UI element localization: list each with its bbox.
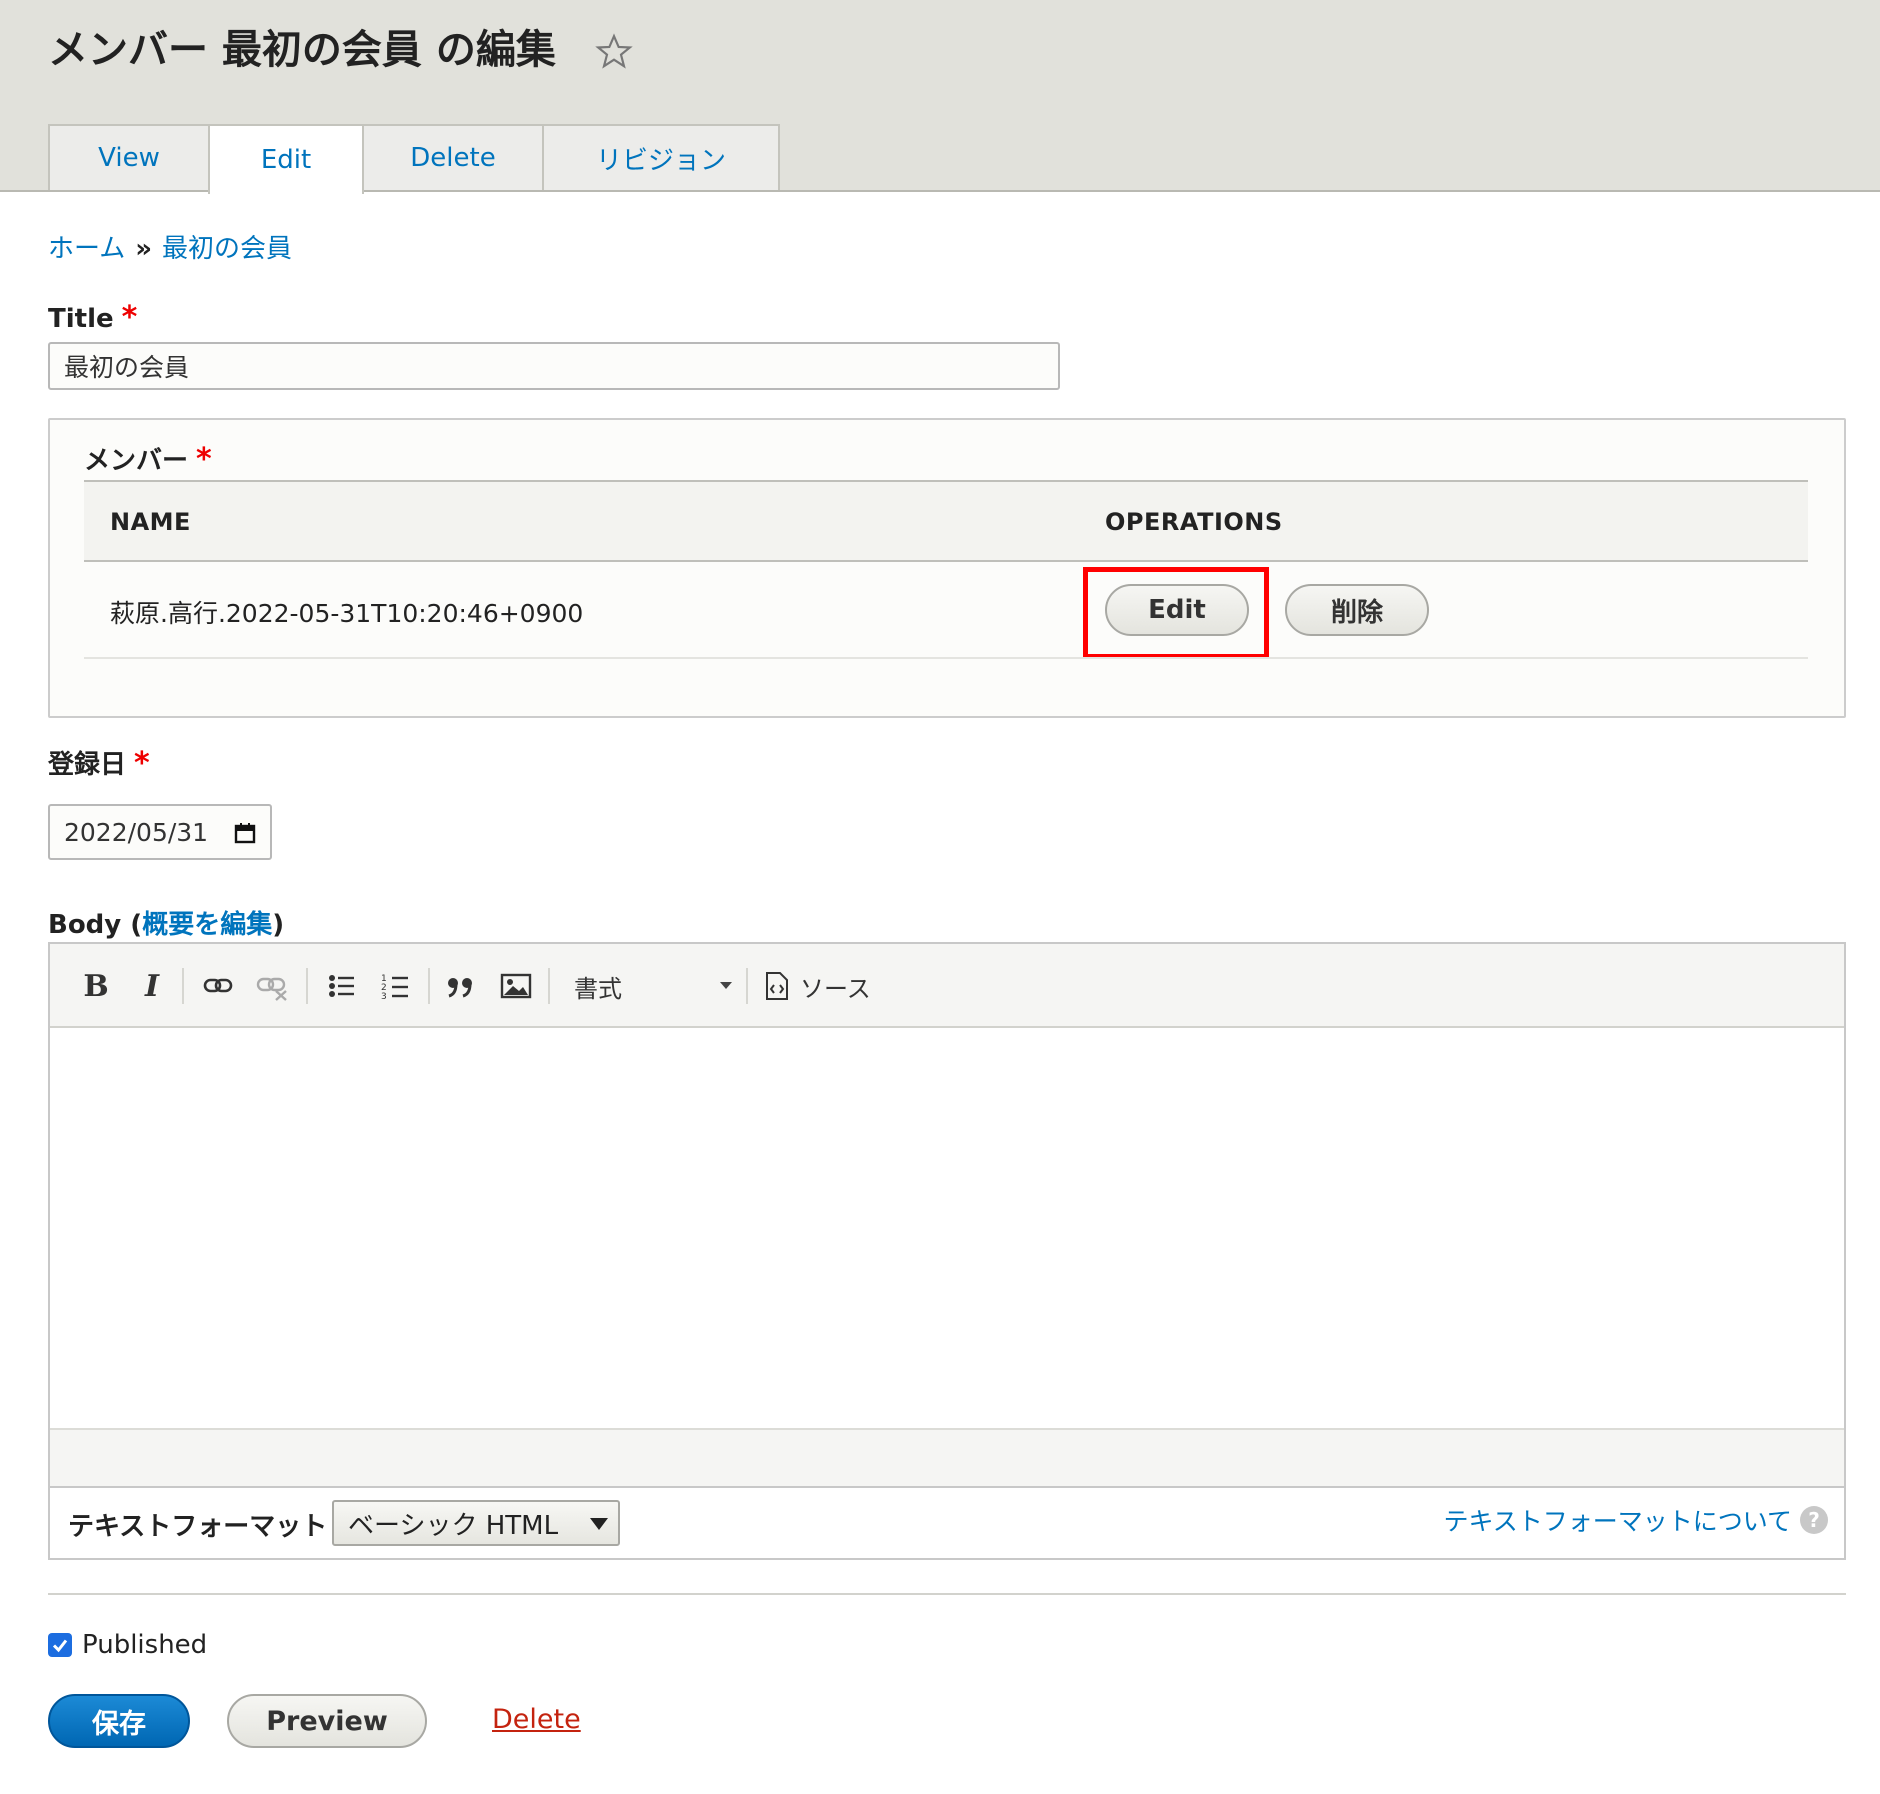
text-format-select[interactable]: ベーシック HTML xyxy=(332,1500,620,1546)
breadcrumb-home[interactable]: ホーム xyxy=(48,234,125,264)
edit-summary-link[interactable]: 概要を編集 xyxy=(142,910,272,940)
member-name-cell: 萩原.高行.2022-05-31T10:20:46+0900 xyxy=(110,599,584,628)
preview-button[interactable]: Preview xyxy=(227,1694,427,1748)
delete-link[interactable]: Delete xyxy=(492,1704,581,1735)
published-checkbox-row: Published xyxy=(48,1630,207,1660)
editor-content-area[interactable] xyxy=(50,1028,1844,1428)
column-header-operations: OPERATIONS xyxy=(1105,508,1283,536)
italic-button[interactable]: I xyxy=(134,966,170,1006)
link-icon[interactable] xyxy=(200,966,236,1006)
bulleted-list-icon[interactable] xyxy=(324,966,360,1006)
page-title: メンバー 最初の会員 の編集 xyxy=(48,27,556,73)
date-input-value: 2022/05/31 xyxy=(64,817,209,847)
save-button[interactable]: 保存 xyxy=(48,1694,190,1748)
blockquote-icon[interactable] xyxy=(442,966,480,1006)
highlight-box xyxy=(1083,567,1269,659)
svg-text:3: 3 xyxy=(381,992,387,1002)
numbered-list-icon[interactable]: 1 2 3 xyxy=(378,966,414,1006)
unlink-icon[interactable] xyxy=(254,966,290,1006)
tab-view[interactable]: View xyxy=(48,124,210,190)
table-row-divider xyxy=(84,657,1808,659)
breadcrumb: ホーム » 最初の会員 xyxy=(48,228,292,265)
body-label: Body (概要を編集) xyxy=(48,910,285,940)
body-label-text: Body xyxy=(48,910,122,940)
column-header-name: NAME xyxy=(110,508,191,536)
member-label-text: メンバー xyxy=(84,446,189,476)
editor-status-bar xyxy=(50,1428,1844,1486)
title-label-text: Title xyxy=(48,304,114,334)
star-icon[interactable] xyxy=(594,32,634,72)
title-input[interactable]: 最初の会員 xyxy=(48,342,1060,390)
tab-delete[interactable]: Delete xyxy=(362,124,544,190)
text-format-select-value: ベーシック HTML xyxy=(348,1510,559,1541)
bold-button[interactable]: B xyxy=(78,966,114,1006)
help-icon[interactable]: ? xyxy=(1800,1506,1828,1534)
toolbar-separator xyxy=(428,968,430,1004)
tab-revisions[interactable]: リビジョン xyxy=(542,124,780,190)
rich-text-editor: B I 1 2 3 書式 ソース テキストフォーマット ベーシック HTML テ… xyxy=(48,942,1846,1560)
format-dropdown[interactable]: 書式 xyxy=(574,966,732,1006)
source-icon xyxy=(766,972,788,1000)
member-fieldset xyxy=(48,418,1846,718)
date-label: 登録日 * xyxy=(48,744,150,781)
checkmark-icon xyxy=(52,1639,68,1653)
published-checkbox[interactable] xyxy=(48,1633,72,1657)
editor-toolbar: B I 1 2 3 書式 ソース xyxy=(50,944,1844,1028)
format-dropdown-label: 書式 xyxy=(574,974,622,1003)
source-button[interactable]: ソース xyxy=(764,966,884,1006)
member-table-header: NAME OPERATIONS xyxy=(84,480,1808,562)
date-label-text: 登録日 xyxy=(48,750,127,780)
page-header: メンバー 最初の会員 の編集 View Edit Delete リビジョン xyxy=(0,0,1880,194)
dropdown-arrow-icon xyxy=(590,1518,608,1530)
title-input-value: 最初の会員 xyxy=(64,353,190,382)
required-mark: * xyxy=(196,442,212,477)
published-label: Published xyxy=(82,1630,208,1660)
section-divider xyxy=(48,1593,1846,1595)
required-mark: * xyxy=(121,300,138,335)
toolbar-separator xyxy=(182,968,184,1004)
text-format-help-link[interactable]: テキストフォーマットについて xyxy=(1443,1502,1792,1538)
date-input[interactable]: 2022/05/31 xyxy=(48,804,272,860)
toolbar-separator xyxy=(306,968,308,1004)
text-format-bar: テキストフォーマット ベーシック HTML テキストフォーマットについて ? xyxy=(50,1486,1844,1558)
title-label: Title * xyxy=(48,300,137,335)
calendar-icon[interactable] xyxy=(234,822,256,844)
source-button-label: ソース xyxy=(800,974,871,1003)
primary-tabs: View Edit Delete リビジョン xyxy=(48,124,780,194)
toolbar-separator xyxy=(746,968,748,1004)
member-delete-button[interactable]: 削除 xyxy=(1285,584,1429,636)
chevron-down-icon xyxy=(720,982,732,989)
breadcrumb-separator: » xyxy=(135,234,153,264)
member-label: メンバー * xyxy=(84,440,212,477)
image-icon[interactable] xyxy=(498,966,534,1006)
breadcrumb-current[interactable]: 最初の会員 xyxy=(162,234,292,264)
tab-edit[interactable]: Edit xyxy=(208,124,364,194)
required-mark: * xyxy=(134,746,150,781)
toolbar-separator xyxy=(548,968,550,1004)
text-format-label: テキストフォーマット xyxy=(68,1512,328,1542)
